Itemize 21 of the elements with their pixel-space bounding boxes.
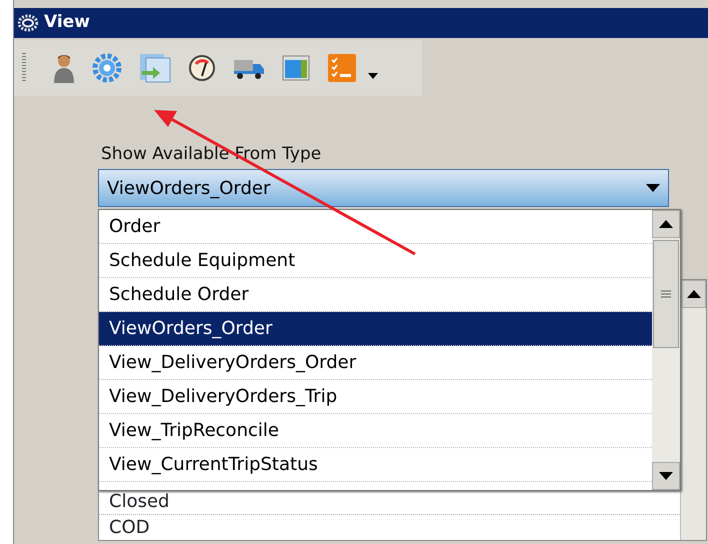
caret-icon	[646, 184, 660, 192]
dropdown-option[interactable]: ViewOrders_Order	[99, 312, 652, 346]
gauge-icon[interactable]	[188, 54, 216, 82]
scroll-up-button[interactable]	[652, 210, 680, 238]
gear-icon	[18, 14, 38, 32]
window-arrow-icon[interactable]	[139, 53, 171, 83]
field-label: Show Available From Type	[101, 143, 322, 165]
scrollbar[interactable]	[652, 210, 680, 490]
type-dropdown[interactable]: ViewOrders_Order	[98, 169, 669, 207]
panel-icon[interactable]	[282, 54, 310, 82]
checklist-icon[interactable]	[327, 53, 357, 83]
scrollbar[interactable]	[680, 280, 706, 540]
scroll-thumb[interactable]	[653, 240, 679, 348]
window-title: View	[44, 11, 90, 34]
scroll-up-button[interactable]	[681, 280, 706, 308]
list-item[interactable]: COD	[99, 514, 680, 540]
toolbar-grip[interactable]	[22, 53, 26, 83]
gear-icon[interactable]	[92, 53, 122, 83]
caret-icon[interactable]	[368, 72, 378, 80]
person-icon[interactable]	[53, 53, 75, 83]
scroll-down-button[interactable]	[652, 462, 680, 490]
